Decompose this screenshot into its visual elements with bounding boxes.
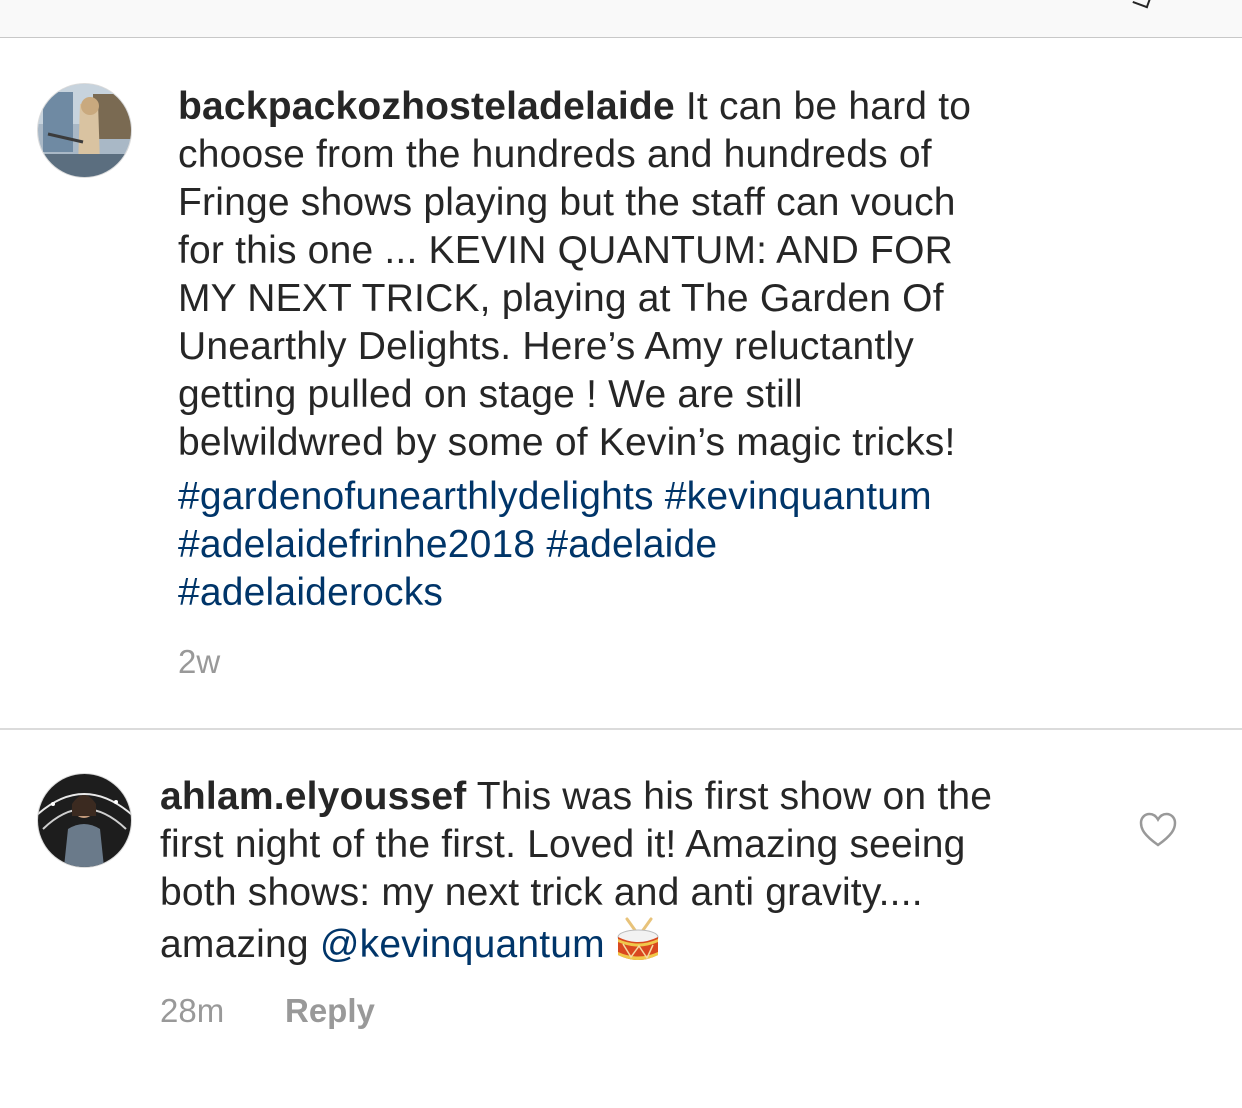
like-heart-icon[interactable]	[1139, 812, 1177, 848]
hashtag-link[interactable]: #adelaiderocks	[178, 571, 443, 614]
avatar[interactable]	[37, 773, 132, 868]
drum-emoji-icon	[615, 917, 661, 977]
divider	[0, 728, 1242, 730]
comment-timestamp: 28m	[160, 992, 225, 1029]
avatar[interactable]	[37, 83, 132, 178]
avatar-photo	[38, 774, 131, 867]
reply-button[interactable]: Reply	[285, 992, 375, 1030]
caption-text: It can be hard to choose from the hundre…	[178, 85, 972, 464]
caption-username[interactable]: backpackozhosteladelaide	[178, 85, 675, 128]
comment-text: ahlam.elyoussef This was his first show …	[160, 773, 1120, 977]
caption-hashtags: #gardenofunearthlydelights #kevinquantum…	[178, 473, 1078, 617]
hashtag-link[interactable]: #adelaidefrinhe2018	[178, 523, 535, 566]
comments-page: backpackozhosteladelaide It can be hard …	[0, 0, 1242, 1108]
top-bar	[0, 0, 1242, 38]
hashtag-link[interactable]: #gardenofunearthlydelights	[178, 475, 654, 518]
avatar-photo	[38, 84, 131, 177]
post-caption: backpackozhosteladelaide It can be hard …	[178, 83, 1078, 467]
caption-timestamp: 2w	[178, 643, 221, 680]
hashtag-link[interactable]: #kevinquantum	[665, 475, 932, 518]
comment-username[interactable]: ahlam.elyoussef	[160, 775, 466, 818]
chevron-icon[interactable]	[1132, 0, 1152, 9]
mention-link[interactable]: @kevinquantum	[320, 923, 605, 966]
hashtag-link[interactable]: #adelaide	[546, 523, 717, 566]
